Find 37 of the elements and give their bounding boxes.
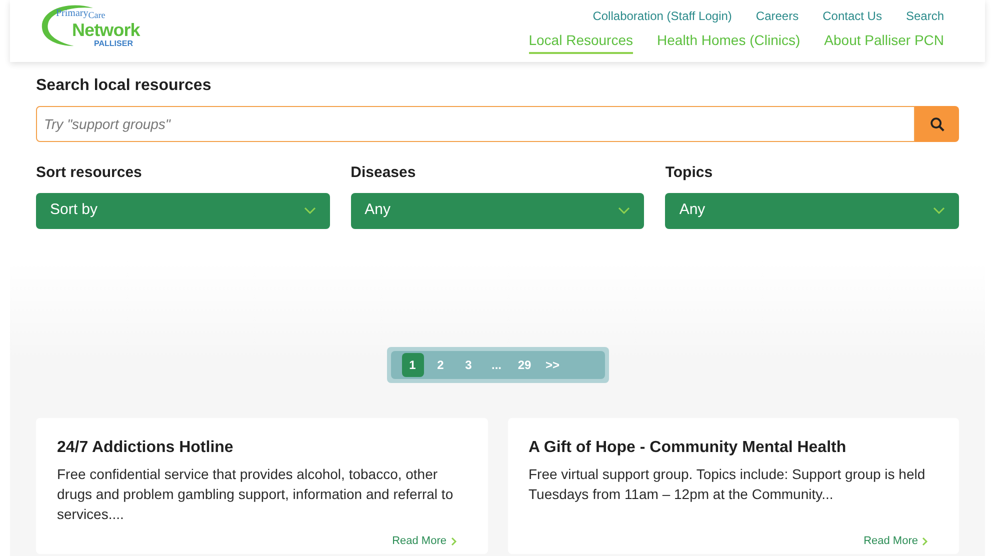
main-nav-link[interactable]: Health Homes (Clinics) (657, 30, 800, 54)
search-heading: Search local resources (36, 76, 212, 96)
filter-label: Diseases (350, 163, 417, 183)
search-field[interactable]: Try "support groups" (36, 106, 915, 142)
top-nav-link[interactable]: Contact Us (822, 7, 882, 25)
card-title: 24/7 Addictions Hotline (57, 438, 234, 458)
page-button[interactable]: 3 (458, 352, 480, 376)
top-nav-link[interactable]: Collaboration (Staff Login) (592, 7, 732, 25)
filter-label: Sort resources (36, 163, 143, 183)
chevron-down-icon (304, 206, 316, 214)
logo-text: Network (72, 21, 140, 39)
filter-dropdown[interactable]: Sort by (36, 192, 330, 228)
chevron-down-icon (618, 206, 630, 214)
card-description: Free confidential service that provides alcohol, tobacco, other drugs and problem gambling support, information and referral to services.... (57, 464, 454, 524)
search-icon (930, 116, 944, 132)
read-more-link[interactable]: Read More (864, 533, 928, 550)
top-nav-link[interactable]: Careers (756, 7, 799, 25)
page-button[interactable]: >> (542, 352, 564, 376)
top-nav-link[interactable]: Search (906, 7, 944, 25)
main-nav-link[interactable]: Local Resources (528, 30, 634, 54)
logo-text: PALLISER (94, 40, 133, 48)
filter-label: Topics (665, 163, 714, 183)
chevron-down-icon (932, 206, 945, 214)
filter-dropdown[interactable]: Any (350, 192, 644, 228)
main-nav-link[interactable]: About Palliser PCN (824, 30, 944, 54)
chevron-right-icon (922, 536, 928, 546)
filter-dropdown[interactable]: Any (665, 192, 959, 228)
page-button[interactable]: ... (486, 352, 508, 376)
page-button[interactable]: 1 (402, 352, 424, 376)
search-button[interactable] (915, 106, 959, 142)
card-description: Free virtual support group. Topics include: Support group is held Tuesdays from 11am – 12pm at the Community... (528, 464, 926, 504)
page-button[interactable]: 2 (430, 352, 452, 376)
chevron-right-icon (450, 536, 456, 546)
page-button[interactable]: 29 (514, 352, 536, 376)
card-title: A Gift of Hope - Community Mental Health (528, 438, 848, 458)
logo-text: Primary$_{Care}$ (56, 9, 106, 19)
read-more-link[interactable]: Read More (392, 533, 456, 550)
